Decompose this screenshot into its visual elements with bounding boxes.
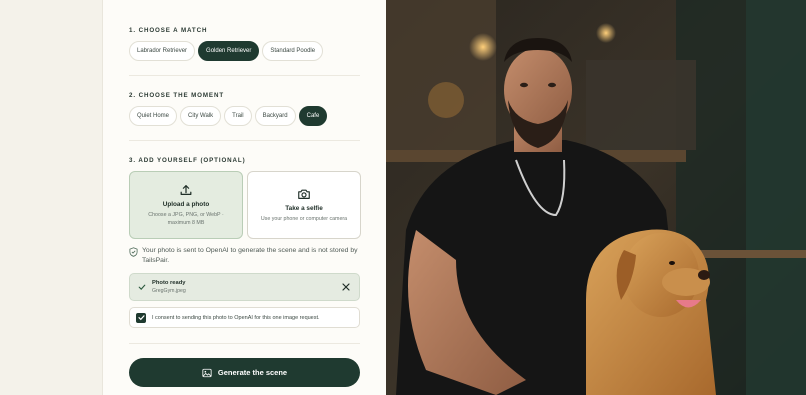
- chip-city-walk[interactable]: City Walk: [180, 106, 222, 126]
- match-chip-row: Labrador Retriever Golden Retriever Stan…: [129, 41, 324, 61]
- page-background: [0, 0, 102, 395]
- camera-icon: [298, 189, 310, 199]
- chip-trail[interactable]: Trail: [224, 106, 252, 126]
- chip-golden-retriever[interactable]: Golden Retriever: [198, 41, 260, 61]
- chip-backyard[interactable]: Backyard: [254, 106, 296, 126]
- upload-photo-subtitle: Choose a JPG, PNG, or WebP · maximum 8 M…: [148, 212, 224, 226]
- scene-builder-panel: 1. CHOOSE A MATCH Labrador Retriever Gol…: [102, 0, 386, 395]
- take-selfie-card[interactable]: Take a selfie Use your phone or computer…: [247, 171, 361, 239]
- photo-ready-banner: Photo ready GregGym.jpeg: [129, 273, 360, 301]
- privacy-note: Your photo is sent to OpenAI to generate…: [129, 246, 363, 266]
- close-icon[interactable]: [341, 282, 351, 292]
- image-icon: [202, 368, 212, 377]
- photo-filename: GregGym.jpeg: [152, 288, 186, 294]
- take-selfie-title: Take a selfie: [285, 205, 323, 212]
- section-title-match: 1. CHOOSE A MATCH: [129, 27, 208, 34]
- take-selfie-subtitle: Use your phone or computer camera: [260, 216, 348, 222]
- chip-cafe[interactable]: Cafe: [298, 106, 328, 126]
- generate-scene-label: Generate the scene: [217, 368, 288, 377]
- privacy-text: Your photo is sent to OpenAI to generate…: [142, 247, 358, 264]
- divider: [129, 75, 360, 76]
- section-title-add-yourself: 3. ADD YOURSELF (OPTIONAL): [129, 157, 246, 164]
- divider: [129, 140, 360, 141]
- chip-labrador-retriever[interactable]: Labrador Retriever: [129, 41, 196, 61]
- upload-icon: [180, 185, 192, 195]
- consent-row[interactable]: I consent to sending this photo to OpenA…: [129, 307, 360, 328]
- shield-check-icon: [129, 247, 138, 257]
- check-icon: [138, 284, 146, 290]
- scene-illustration: [386, 0, 806, 395]
- checkmark-icon: [137, 315, 145, 321]
- consent-checkbox[interactable]: [136, 312, 146, 323]
- chip-standard-poodle[interactable]: Standard Poodle: [262, 41, 324, 61]
- generated-scene-image: [386, 0, 806, 395]
- generate-scene-button[interactable]: Generate the scene: [129, 358, 360, 387]
- upload-photo-card[interactable]: Upload a photo Choose a JPG, PNG, or Web…: [129, 171, 243, 239]
- upload-photo-title: Upload a photo: [162, 201, 210, 208]
- photo-ready-label: Photo ready: [152, 280, 186, 286]
- section-title-moment: 2. CHOOSE THE MOMENT: [129, 92, 225, 99]
- divider: [129, 343, 360, 344]
- consent-text: I consent to sending this photo to OpenA…: [152, 314, 320, 321]
- moment-chip-row: Quiet Home City Walk Trail Backyard Cafe: [129, 106, 328, 126]
- chip-quiet-home[interactable]: Quiet Home: [129, 106, 178, 126]
